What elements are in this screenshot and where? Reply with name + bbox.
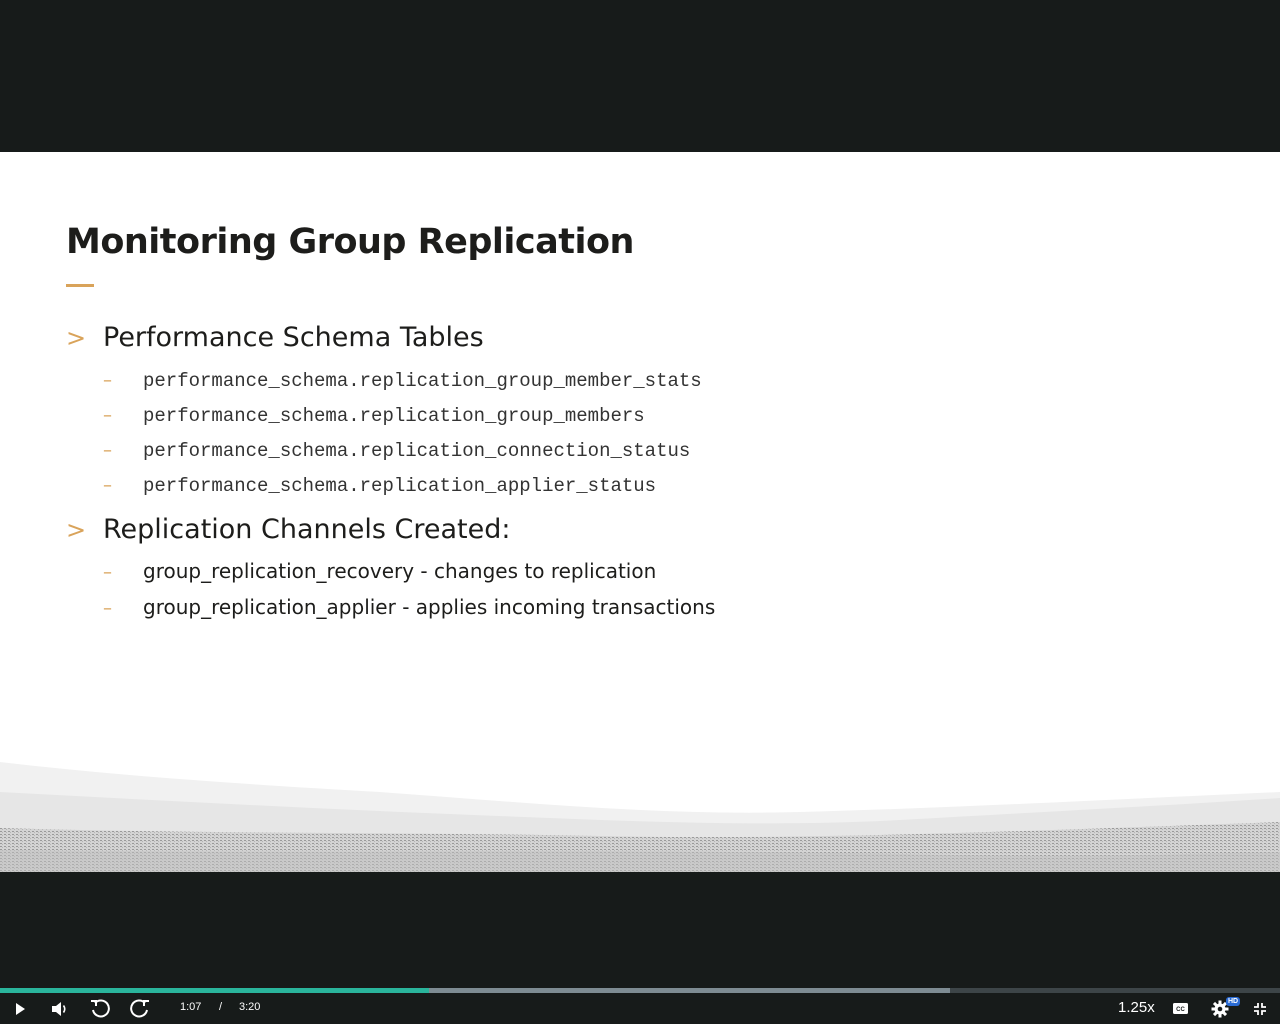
hd-badge: HD (1226, 997, 1241, 1006)
exit-fullscreen-button[interactable] (1250, 993, 1270, 1024)
current-time: 1:07 (180, 1001, 202, 1013)
list-item: – performance_schema.replication_group_me… (103, 370, 702, 392)
list-item-text: performance_schema.replication_group_mem… (143, 370, 702, 392)
list-item-text: performance_schema.replication_group_mem… (143, 405, 645, 427)
rewind-button[interactable] (88, 993, 112, 1024)
volume-icon (52, 1001, 66, 1016)
play-icon (16, 1002, 25, 1015)
time-separator: / (219, 1001, 223, 1013)
captions-button[interactable]: CC (1168, 993, 1192, 1024)
list-item-text: performance_schema.replication_applier_s… (143, 475, 657, 497)
section-heading-text: Performance Schema Tables (103, 322, 484, 353)
bullet-chevron-icon: > (66, 516, 87, 544)
player-controls: 1:07 / 3:20 1.25x CC HD (0, 993, 1280, 1024)
bullet-dash-icon: – (103, 405, 112, 426)
section-heading-replication-channels: > Replication Channels Created: (66, 514, 510, 545)
play-button[interactable] (8, 993, 32, 1024)
landscape-decoration (0, 762, 1280, 872)
list-item: – performance_schema.replication_applier_… (103, 475, 656, 497)
playback-speed-button[interactable]: 1.25x (1118, 999, 1155, 1016)
title-underline (66, 284, 94, 287)
list-item-text: performance_schema.replication_connectio… (143, 440, 691, 462)
slide-canvas: Monitoring Group Replication > Performanc… (0, 152, 1280, 872)
forward-icon (130, 998, 149, 1017)
bullet-dash-icon: – (103, 370, 112, 391)
list-item: – group_replication_applier - applies inc… (103, 595, 715, 619)
list-item: – performance_schema.replication_group_me… (103, 405, 645, 427)
rewind-icon (91, 998, 110, 1017)
list-item-text: group_replication_applier - applies inco… (143, 595, 716, 619)
forward-button[interactable] (128, 993, 152, 1024)
list-item: – performance_schema.replication_connecti… (103, 440, 690, 462)
duration: 3:20 (239, 1001, 261, 1013)
svg-text:CC: CC (1176, 1007, 1185, 1013)
volume-button[interactable] (48, 993, 72, 1024)
bullet-dash-icon: – (103, 562, 112, 583)
section-heading-text: Replication Channels Created: (103, 514, 511, 545)
bullet-dash-icon: – (103, 598, 112, 619)
list-item: – group_replication_recovery - changes to… (103, 559, 656, 583)
bullet-chevron-icon: > (66, 324, 87, 352)
bullet-dash-icon: – (103, 440, 112, 461)
slide-title: Monitoring Group Replication (66, 222, 634, 262)
exit-fullscreen-icon (1254, 1002, 1266, 1015)
section-heading-performance-schema: > Performance Schema Tables (66, 322, 484, 353)
bullet-dash-icon: – (103, 475, 112, 496)
list-item-text: group_replication_recovery - changes to … (143, 559, 657, 583)
captions-icon: CC (1172, 1003, 1188, 1014)
